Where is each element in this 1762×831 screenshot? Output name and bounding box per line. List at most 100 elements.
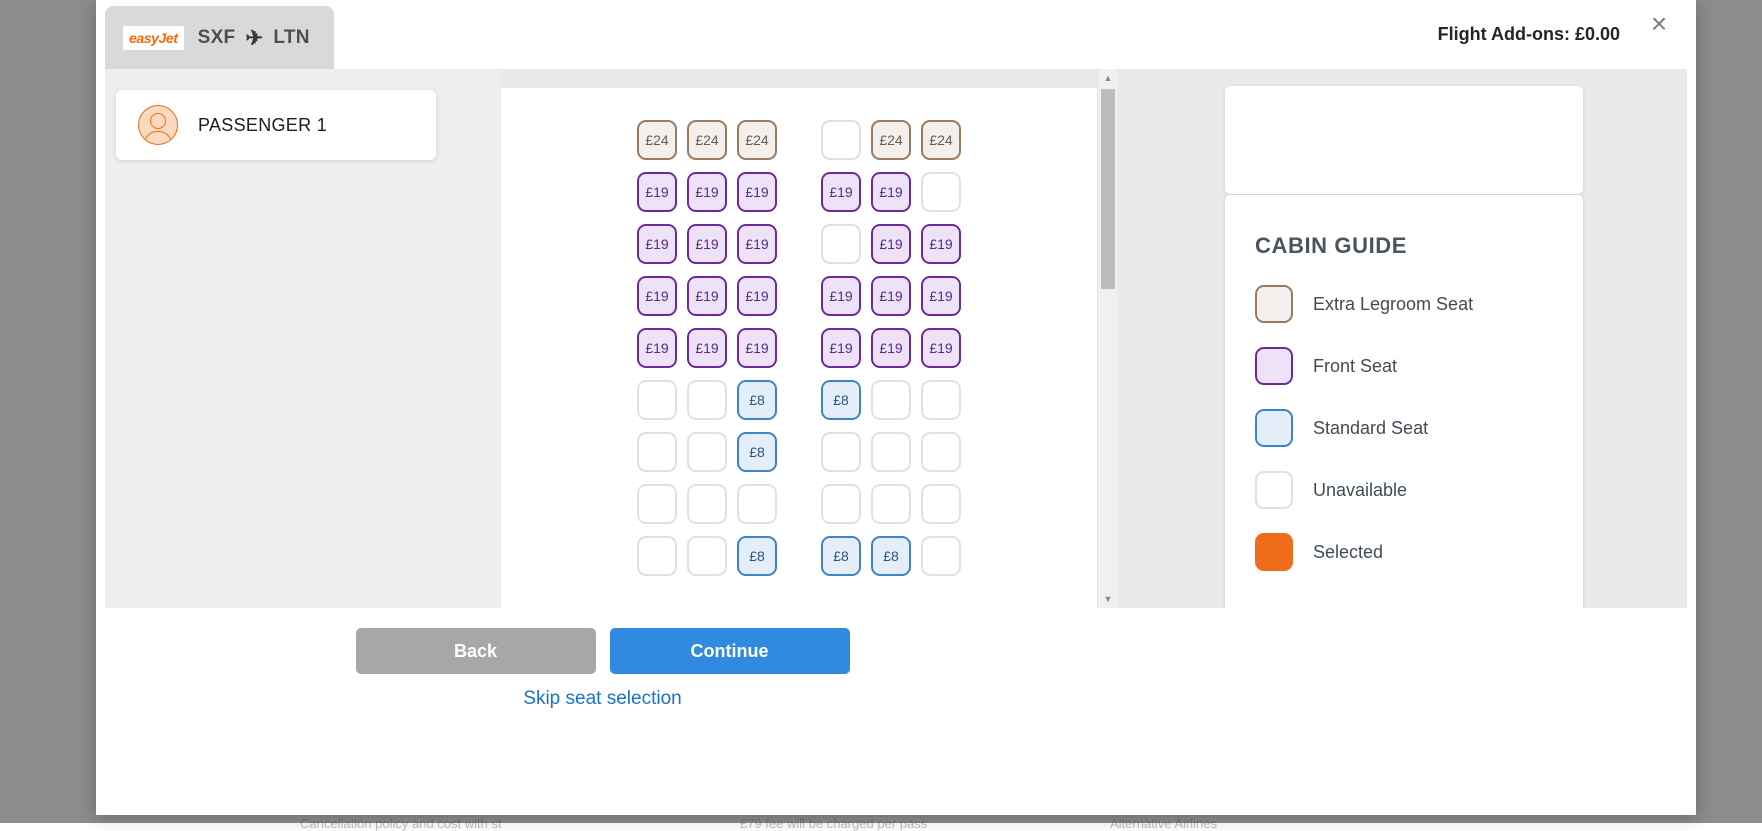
cabin-guide-card: CABIN GUIDE Extra Legroom Seat Front Seat… [1225,195,1583,623]
skip-seat-selection-link[interactable]: Skip seat selection [96,688,1109,710]
seat-front-r3-l1[interactable]: £19 [637,224,677,264]
footer-button-row: Back Continue [96,628,1109,674]
seat-front-r5-r3[interactable]: £19 [921,328,961,368]
seat-extra-r1-l2[interactable]: £24 [687,120,727,160]
aisle-gap [782,276,816,316]
cabin-guide-list: Extra Legroom Seat Front Seat Standard Sea… [1255,285,1583,571]
seat-extra-r1-r3[interactable]: £24 [921,120,961,160]
modal-header: easyJet SXF ✈ LTN Flight Add-ons: £0.00 … [96,0,1696,70]
seat-unavail-r8-r1 [821,484,861,524]
legend-swatch-extra-icon [1255,285,1293,323]
legend-swatch-front-icon [1255,347,1293,385]
continue-button[interactable]: Continue [610,628,850,674]
seat-front-r2-l2[interactable]: £19 [687,172,727,212]
seat-front-r2-r1[interactable]: £19 [821,172,861,212]
aisle-gap [782,120,816,160]
seat-front-r3-l3[interactable]: £19 [737,224,777,264]
scroll-down-arrow-icon[interactable]: ▼ [1098,590,1118,608]
seat-front-r4-r3[interactable]: £19 [921,276,961,316]
aisle-gap [782,328,816,368]
seat-extra-r1-l1[interactable]: £24 [637,120,677,160]
cabin-guide-item: Extra Legroom Seat [1255,285,1583,323]
guide-pane: CABIN GUIDE Extra Legroom Seat Front Seat… [1118,69,1687,608]
cabin-guide-label: Front Seat [1313,356,1397,377]
easyjet-logo: easyJet [123,26,184,50]
seat-front-r4-r1[interactable]: £19 [821,276,861,316]
seat-unavail-r6-r3 [921,380,961,420]
seat-unavail-r3-r1 [821,224,861,264]
seat-row: £8 £8 [501,380,1097,420]
seat-unavail-r7-r2 [871,432,911,472]
seat-standard-r9-l3[interactable]: £8 [737,536,777,576]
seat-front-r2-l3[interactable]: £19 [737,172,777,212]
aisle-gap [782,484,816,524]
seat-row: £19£19£19£19£19£19 [501,328,1097,368]
legend-swatch-standard-icon [1255,409,1293,447]
seat-front-r5-l2[interactable]: £19 [687,328,727,368]
seat-grid: £24£24£24£24£24£19£19£19£19£19£19£19£19£… [501,120,1097,588]
user-avatar-icon [138,105,178,145]
aisle-gap [782,432,816,472]
seat-standard-r9-r2[interactable]: £8 [871,536,911,576]
aisle-gap [782,536,816,576]
info-card [1225,86,1583,194]
seat-map-scroll-area[interactable]: £24£24£24£24£24£19£19£19£19£19£19£19£19£… [501,88,1097,608]
seat-front-r4-r2[interactable]: £19 [871,276,911,316]
seat-unavail-r9-r3 [921,536,961,576]
origin-airport-code: SXF [198,27,236,49]
seat-map-scrollbar[interactable]: ▲ ▼ [1097,69,1117,608]
seat-front-r4-l3[interactable]: £19 [737,276,777,316]
seat-front-r5-r1[interactable]: £19 [821,328,861,368]
scrollbar-thumb[interactable] [1101,89,1115,289]
seat-front-r5-r2[interactable]: £19 [871,328,911,368]
cabin-guide-item: Unavailable [1255,471,1583,509]
seat-row: £8 [501,432,1097,472]
scroll-up-arrow-icon[interactable]: ▲ [1098,69,1118,87]
seat-front-r5-l3[interactable]: £19 [737,328,777,368]
back-button[interactable]: Back [356,628,596,674]
seat-front-r5-l1[interactable]: £19 [637,328,677,368]
cabin-guide-item: Selected [1255,533,1583,571]
aisle-gap [782,224,816,264]
destination-airport-code: LTN [273,27,309,49]
seat-unavail-r9-l1 [637,536,677,576]
seat-unavail-r8-r3 [921,484,961,524]
seat-unavail-r6-l1 [637,380,677,420]
seat-unavail-r9-l2 [687,536,727,576]
seat-front-r2-l1[interactable]: £19 [637,172,677,212]
flight-addons-total: Flight Add-ons: £0.00 [1438,24,1620,45]
legend-swatch-unavail-icon [1255,471,1293,509]
seat-unavail-r8-l3 [737,484,777,524]
seat-extra-r1-l3[interactable]: £24 [737,120,777,160]
passenger-label: PASSENGER 1 [198,115,327,136]
seat-front-r4-l2[interactable]: £19 [687,276,727,316]
seat-front-r3-l2[interactable]: £19 [687,224,727,264]
modal-footer: Back Continue Skip seat selection [96,608,1696,815]
airplane-icon: ✈ [245,28,263,49]
seat-standard-r9-r1[interactable]: £8 [821,536,861,576]
close-icon[interactable]: × [1642,7,1676,41]
seat-standard-r7-l3[interactable]: £8 [737,432,777,472]
flight-tab[interactable]: easyJet SXF ✈ LTN [105,6,334,70]
seat-unavail-r8-r2 [871,484,911,524]
seat-front-r3-r3[interactable]: £19 [921,224,961,264]
seat-front-r3-r2[interactable]: £19 [871,224,911,264]
seat-front-r2-r2[interactable]: £19 [871,172,911,212]
seat-row: £8£8£8 [501,536,1097,576]
cabin-guide-item: Standard Seat [1255,409,1583,447]
cabin-guide-title: CABIN GUIDE [1255,233,1583,259]
seat-row: £19£19£19£19£19£19 [501,276,1097,316]
seat-unavail-r7-l1 [637,432,677,472]
cabin-guide-label: Extra Legroom Seat [1313,294,1473,315]
seat-standard-r6-r1[interactable]: £8 [821,380,861,420]
seat-unavail-r6-r2 [871,380,911,420]
seat-selection-modal: easyJet SXF ✈ LTN Flight Add-ons: £0.00 … [96,0,1696,815]
passenger-card[interactable]: PASSENGER 1 [116,90,436,160]
seat-extra-r1-r2[interactable]: £24 [871,120,911,160]
modal-body: PASSENGER 1 £24£24£24£24£24£19£19£19£19£… [105,69,1687,608]
seat-front-r4-l1[interactable]: £19 [637,276,677,316]
seat-unavail-r7-l2 [687,432,727,472]
aisle-gap [782,172,816,212]
seat-standard-r6-l3[interactable]: £8 [737,380,777,420]
flight-route: SXF ✈ LTN [198,27,310,49]
